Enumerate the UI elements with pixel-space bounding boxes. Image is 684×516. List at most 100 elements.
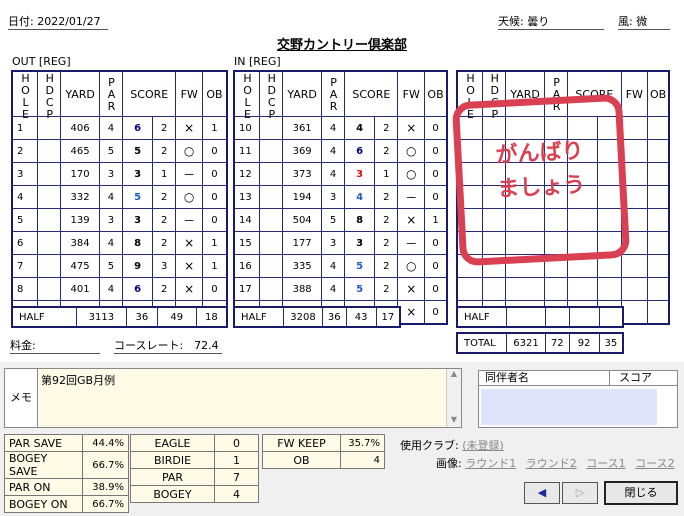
prev-button[interactable]: ◀ (524, 482, 560, 504)
par-cell: 3 (320, 231, 346, 255)
image-link-round1[interactable]: ラウンド1 (465, 457, 516, 470)
col-score: SCORE (122, 70, 177, 117)
fw-cell: × (397, 277, 426, 301)
memo-text[interactable]: 第92回GB月例 (41, 372, 115, 388)
par-cell: 4 (320, 139, 346, 163)
hole-row: 16 335 4 5 2 ○ 0 (233, 254, 448, 278)
image-link-course1[interactable]: コース1 (586, 457, 625, 470)
scroll-down-icon[interactable]: ▼ (447, 415, 461, 425)
total-table: TOTAL 6321 72 92 35 (456, 332, 624, 354)
col-hole: HOLE (11, 70, 39, 120)
putt-cell: 2 (374, 277, 399, 301)
empty-cell (620, 116, 649, 140)
image-link-course2[interactable]: コース2 (635, 457, 674, 470)
ob-cell: 0 (201, 139, 228, 163)
empty-cell (647, 231, 670, 255)
yard-cell: 170 (60, 162, 100, 186)
ob-cell: 0 (424, 277, 448, 301)
col-fw: FW (397, 70, 426, 117)
empty-cell (456, 277, 484, 301)
stats-table-2: EAGLE 0 BIRDIE 1 PAR 7 BOGEY 4 (130, 434, 259, 503)
stat-label: FW KEEP (262, 434, 341, 452)
stat-value: 1 (214, 451, 259, 469)
scroll-up-icon[interactable]: ▲ (447, 369, 461, 379)
putt-cell: 2 (151, 277, 177, 301)
images-row: 画像: ラウンド1 ラウンド2 コース1 コース2 (436, 455, 681, 471)
hdcp-cell (37, 162, 62, 186)
out-half-label: HALF (11, 306, 77, 328)
stat-label: BOGEY SAVE (4, 451, 83, 479)
hole-row: 3 170 3 3 1 － 0 (11, 162, 228, 186)
header-divider (609, 371, 610, 385)
yard-cell: 332 (60, 185, 100, 209)
hole-row: 11 369 4 6 2 ○ 0 (233, 139, 448, 163)
putt-cell: 2 (374, 139, 399, 163)
in-label: IN [REG] (234, 55, 281, 68)
image-link-round2[interactable]: ラウンド2 (526, 457, 577, 470)
stat-label: EAGLE (130, 434, 215, 452)
score-cell: 9 (122, 254, 153, 278)
empty-cell (647, 139, 670, 163)
empty-hole-row (456, 277, 670, 301)
fw-cell: － (175, 208, 203, 232)
hole-number: 12 (233, 162, 261, 186)
total-label: TOTAL (456, 332, 508, 354)
putt-cell: 2 (151, 139, 177, 163)
putt-cell: 2 (151, 231, 177, 255)
stat-label: BOGEY (130, 485, 215, 503)
in-half-par: 36 (321, 306, 347, 328)
empty-cell (620, 277, 649, 301)
col-score: SCORE (344, 70, 399, 117)
putt-cell: 2 (151, 116, 177, 140)
stat-row: OB 4 (262, 451, 385, 469)
hdcp-cell (259, 254, 284, 278)
hole-number: 2 (11, 139, 39, 163)
fw-cell: ○ (175, 139, 203, 163)
hole-number: 11 (233, 139, 261, 163)
in-score-table: HOLE HDCP YARD PAR SCORE FW OB 10 361 4 4 2 ×… (233, 70, 448, 325)
putt-cell: 2 (374, 208, 399, 232)
hole-number: 17 (233, 277, 261, 301)
fee-field: 料金: (10, 338, 100, 354)
par-cell: 4 (320, 254, 346, 278)
putt-cell: 2 (374, 185, 399, 209)
score-cell: 3 (344, 162, 376, 186)
companions-body[interactable] (481, 389, 657, 425)
hdcp-cell (259, 208, 284, 232)
score-cell: 8 (344, 208, 376, 232)
empty-cell (647, 208, 670, 232)
fw-cell: × (175, 254, 203, 278)
ob-cell: 0 (201, 185, 228, 209)
weather-field: 天候: 曇り (498, 14, 604, 30)
out-half-score: 49 (156, 306, 197, 328)
next-button[interactable]: ▷ (562, 482, 598, 504)
col-hole: HOLE (233, 70, 261, 120)
fw-cell: － (175, 162, 203, 186)
empty-cell (647, 254, 670, 278)
ob-cell: 1 (201, 231, 228, 255)
close-button[interactable]: 閉じる (604, 481, 678, 505)
hole-number: 14 (233, 208, 261, 232)
hole-number: 4 (11, 185, 39, 209)
fw-cell: ○ (397, 162, 426, 186)
score-cell: 5 (344, 277, 376, 301)
fw-cell: － (397, 185, 426, 209)
ob-cell: 0 (424, 139, 448, 163)
hdcp-cell (259, 231, 284, 255)
memo-scrollbar[interactable]: ▲ ▼ (446, 369, 461, 427)
stat-row: PAR SAVE 44.4% (4, 434, 129, 452)
stat-row: BIRDIE 1 (130, 451, 259, 469)
clubs-label: 使用クラブ: (400, 439, 459, 452)
yard-cell: 504 (282, 208, 322, 232)
fw-cell: × (397, 300, 426, 325)
in-half-yard: 3208 (283, 306, 323, 328)
score-cell: 4 (344, 185, 376, 209)
ob-cell: 0 (201, 208, 228, 232)
clubs-link[interactable]: (未登録) (462, 439, 504, 452)
empty-cell (482, 277, 507, 301)
stat-row: PAR ON 38.9% (4, 478, 129, 496)
memo-box[interactable]: メモ 第92回GB月例 ▲ ▼ (4, 368, 462, 428)
putt-cell: 1 (151, 162, 177, 186)
yard-cell: 335 (282, 254, 322, 278)
companions-list[interactable]: 同伴者名 スコア (478, 370, 678, 428)
